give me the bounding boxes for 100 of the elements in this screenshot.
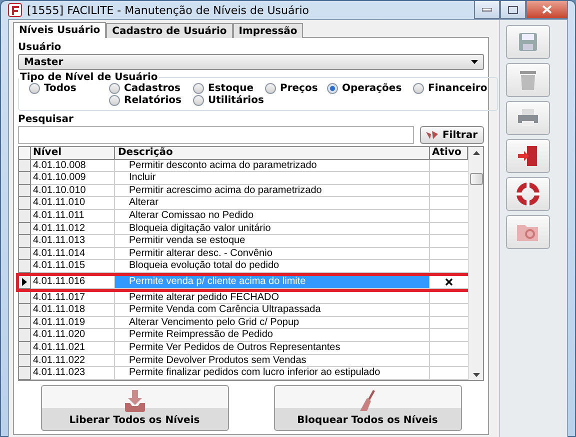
dropdown-caret-icon bbox=[471, 60, 478, 64]
column-header: Nível bbox=[31, 147, 115, 160]
table-cell: 4.01.11.012 bbox=[31, 222, 115, 236]
table-cell: Bloqueia digitação valor unitário bbox=[115, 222, 430, 236]
close-icon bbox=[542, 5, 552, 14]
table-cell: 4.01.11.020 bbox=[31, 329, 115, 342]
column-header: Descrição bbox=[115, 147, 430, 160]
maximize-button[interactable] bbox=[500, 1, 526, 19]
table-cell: 4.01.10.010 bbox=[31, 184, 115, 198]
door-arrow-icon bbox=[517, 145, 539, 167]
user-dropdown[interactable]: Master bbox=[18, 54, 484, 70]
table-row[interactable]: 4.01.11.023 Permite finalizar pedidos com lucro inferior ao estipulado bbox=[19, 367, 468, 380]
table-cell: Permitir alterar desc. - Convênio bbox=[115, 248, 430, 260]
table-cell: 4.01.11.022 bbox=[31, 354, 115, 368]
radio-option[interactable]: Operações bbox=[327, 83, 413, 94]
table-cell: 4.01.11.015 bbox=[31, 260, 115, 273]
filter-button[interactable]: Filtrar bbox=[420, 126, 484, 144]
print-button[interactable] bbox=[506, 101, 550, 135]
table-cell: 4.01.11.011 bbox=[31, 210, 115, 223]
search-field[interactable] bbox=[18, 126, 414, 144]
table-cell: 4.01.11.019 bbox=[31, 316, 115, 330]
settings-button[interactable] bbox=[506, 215, 550, 249]
radio-option[interactable]: Utilitários bbox=[193, 95, 265, 106]
table-cell: Alterar Comissao no Pedido bbox=[115, 210, 430, 223]
action-button[interactable]: Liberar Todos os Níveis bbox=[40, 384, 228, 431]
scrollbar-thumb[interactable] bbox=[470, 173, 482, 185]
table-cell: Permite finalizar pedidos com lucro inferior ao estipulado bbox=[115, 367, 430, 380]
x-mark-icon bbox=[445, 278, 453, 286]
table-cell: Permite alterar pedido FECHADO bbox=[115, 292, 430, 304]
trash-can-icon bbox=[519, 69, 537, 91]
table-cell: 4.01.11.017 bbox=[31, 292, 115, 304]
delete-button[interactable] bbox=[506, 63, 550, 97]
table-cell: 4.01.11.014 bbox=[31, 248, 115, 260]
radio-option[interactable]: Relatórios bbox=[109, 95, 193, 106]
table-row[interactable]: 4.01.11.011 Alterar Comissao no Pedido bbox=[19, 210, 468, 223]
radio-option[interactable]: Todos bbox=[29, 83, 109, 94]
radio-option[interactable]: Financeiro bbox=[413, 83, 493, 94]
table-row[interactable]: 4.01.11.018 Permite Venda com Carência Ultrapassada bbox=[19, 304, 468, 317]
table-row[interactable]: 4.01.11.012 Bloqueia digitação valor unitário bbox=[19, 222, 468, 236]
table-row[interactable]: 4.01.11.013 Permitir venda se estoque bbox=[19, 235, 468, 248]
table-cell: 4.01.11.021 bbox=[31, 342, 115, 354]
table-row[interactable]: 4.01.11.015 Bloqueia evolução total do pedido bbox=[19, 260, 468, 273]
table-cell: 4.01.10.008 bbox=[31, 160, 115, 172]
table-row[interactable]: 4.01.11.014 Permitir alterar desc. - Convênio bbox=[19, 248, 468, 260]
table-cell: Permite venda p/ cliente acima do limite bbox=[115, 276, 430, 289]
table-cell: Permitir acrescimo acima do parametrizado bbox=[115, 184, 430, 198]
table-row[interactable]: 4.01.10.010 Permitir acrescimo acima do parametrizado bbox=[19, 184, 468, 198]
row-pointer-icon bbox=[22, 278, 27, 286]
table-cell: Permitir desconto acima do parametrizado bbox=[115, 160, 430, 172]
minimize-icon bbox=[482, 8, 492, 12]
maximize-icon bbox=[508, 6, 518, 14]
table-cell: 4.01.11.010 bbox=[31, 197, 115, 210]
scroll-up-icon bbox=[472, 151, 480, 155]
table-cell: Alterar Vencimento pelo Grid c/ Popup bbox=[115, 316, 430, 330]
help-button[interactable] bbox=[506, 177, 550, 211]
table-row[interactable]: 4.01.11.019 Alterar Vencimento pelo Grid c/ Popup bbox=[19, 316, 468, 330]
app-logo-icon bbox=[8, 3, 22, 17]
filter-icon bbox=[426, 130, 438, 140]
close-button[interactable] bbox=[526, 1, 568, 19]
table-row[interactable]: 4.01.11.021 Permite Ver Pedidos de Outros Representantes bbox=[19, 342, 468, 354]
exit-button[interactable] bbox=[506, 139, 550, 173]
table-cell: 4.01.11.023 bbox=[31, 367, 115, 380]
table-cell: Permite Ver Pedidos de Outros Representantes bbox=[115, 342, 430, 354]
table-cell: 4.01.11.013 bbox=[31, 235, 115, 248]
table-cell: 4.01.11.018 bbox=[31, 304, 115, 317]
scrollbar[interactable] bbox=[468, 147, 483, 380]
group-label: Tipo de Nível de Usuário bbox=[19, 72, 159, 83]
highlighted-row[interactable]: 4.01.11.016 Permite venda p/ cliente acima do limite bbox=[16, 272, 471, 292]
table-cell: Permite Devolver Produtos sem Vendas bbox=[115, 354, 430, 368]
table-row[interactable]: 4.01.11.017 Permite alterar pedido FECHADO bbox=[19, 292, 468, 304]
radio-option[interactable]: Cadastros bbox=[109, 83, 193, 94]
table-cell: Alterar bbox=[115, 197, 430, 210]
tab[interactable]: Cadastro de Usuário bbox=[106, 23, 233, 38]
lifebuoy-icon bbox=[516, 182, 540, 206]
tab[interactable]: Níveis Usuário bbox=[13, 22, 106, 38]
table-row[interactable]: 4.01.11.010 Alterar bbox=[19, 197, 468, 210]
scroll-down-icon bbox=[472, 372, 480, 377]
table-cell: Permite Venda com Carência Ultrapassada bbox=[115, 304, 430, 317]
table-cell: Permitir venda se estoque bbox=[115, 235, 430, 248]
printer-icon bbox=[517, 109, 539, 127]
table-cell: Bloqueia evolução total do pedido bbox=[115, 260, 430, 273]
table-cell: 4.01.11.016 bbox=[31, 276, 115, 289]
tab[interactable]: Impressão bbox=[232, 23, 304, 38]
table-row[interactable]: 4.01.11.020 Permite Reimpressão de Pedido bbox=[19, 329, 468, 342]
download-tray-icon bbox=[124, 389, 146, 414]
radio-option[interactable]: Preços bbox=[265, 83, 327, 94]
table-cell: Permite Reimpressão de Pedido bbox=[115, 329, 430, 342]
radio-option[interactable]: Estoque bbox=[193, 83, 265, 94]
table-row[interactable]: 4.01.10.009 Incluir bbox=[19, 172, 468, 185]
minimize-button[interactable] bbox=[474, 1, 500, 19]
column-header: Ativo bbox=[430, 147, 468, 160]
field-label: Usuário bbox=[18, 42, 62, 53]
action-button[interactable]: Bloquear Todos os Níveis bbox=[274, 384, 462, 431]
table-row[interactable]: 4.01.10.008 Permitir desconto acima do parametrizado bbox=[19, 160, 468, 172]
window-title: [1555] FACILITE - Manutenção de Níveis de Usuário bbox=[27, 4, 310, 16]
table-cell: 4.01.10.009 bbox=[31, 172, 115, 185]
table-cell: Incluir bbox=[115, 172, 430, 185]
field-label: Pesquisar bbox=[18, 114, 74, 125]
table-row[interactable]: 4.01.11.022 Permite Devolver Produtos sem Vendas bbox=[19, 354, 468, 368]
save-button[interactable] bbox=[506, 25, 550, 59]
